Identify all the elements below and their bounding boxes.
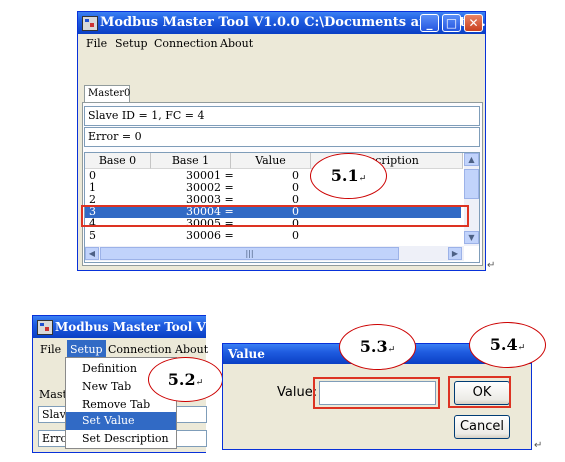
right-partial-field-2 [175,430,207,447]
menu-file[interactable]: File [40,340,61,360]
scroll-right-icon[interactable]: ▶ [448,247,462,260]
right-partial-field [175,406,207,423]
scroll-up-icon[interactable]: ▲ [464,153,479,166]
horizontal-scrollbar[interactable]: ◀ ||| ▶ [85,246,464,261]
table-row[interactable]: 1 30002 = 0 [85,182,463,194]
minimize-button[interactable]: _ [420,14,439,32]
selected-row-highlight [81,205,469,227]
cell-value: 0 [292,229,299,242]
hscroll-thumb[interactable]: ||| [100,247,399,260]
table-row[interactable]: 5 30006 = 0 [85,230,463,242]
scroll-down-icon[interactable]: ▼ [464,231,479,244]
cell-base1: 30006 = [186,229,234,242]
value-input-highlight [313,377,440,409]
cell-base0: 5 [89,229,96,242]
slave-info-field: Slave ID = 1, FC = 4 [84,106,480,126]
column-header-value[interactable]: Value [231,153,311,169]
column-header-base1[interactable]: Base 1 [151,153,231,169]
close-button[interactable]: ✕ [464,14,483,32]
callout-5-2: 5.2↵ [148,357,223,402]
callout-5-3: 5.3↵ [339,324,416,370]
paragraph-mark-2: ↵ [534,440,543,451]
app-icon [37,320,53,335]
vertical-scrollbar[interactable]: ▲ ▼ [464,153,479,246]
menu-file[interactable]: File [86,34,107,54]
app-icon [82,16,98,31]
main-window: Modbus Master Tool V1.0.0 C:\Documents a… [77,11,486,271]
scroll-thumb[interactable] [464,169,479,199]
callout-5-4: 5.4↵ [469,322,546,368]
menu-setup[interactable]: Setup [115,34,148,54]
error-info-field: Error = 0 [84,127,480,147]
maximize-button[interactable]: □ [442,14,461,32]
paragraph-mark-1: ↵ [487,260,496,271]
tab-partial[interactable]: Mast [39,388,67,401]
tab-master0[interactable]: Master0 [84,85,130,103]
scroll-left-icon[interactable]: ◀ [85,247,99,260]
setup-window-title: Modbus Master Tool V1.0. [55,320,206,334]
ok-button-highlight [448,376,511,408]
menu-connection[interactable]: Connection [154,34,218,54]
column-header-base0[interactable]: Base 0 [85,153,151,169]
menu-item-set-value[interactable]: Set Value [66,412,176,430]
table-row[interactable]: 0 30001 = 0 [85,170,463,182]
main-menubar: File Setup Connection About [79,34,484,54]
callout-5-1: 5.1↵ [310,153,387,199]
value-dialog-title: Value [228,347,265,361]
menu-about[interactable]: About [220,34,253,54]
cancel-button[interactable]: Cancel [454,415,510,439]
setup-window-title-bar[interactable]: Modbus Master Tool V1.0. [33,316,206,338]
menu-item-set-description[interactable]: Set Description [66,430,176,448]
value-label: Value: [277,385,318,400]
